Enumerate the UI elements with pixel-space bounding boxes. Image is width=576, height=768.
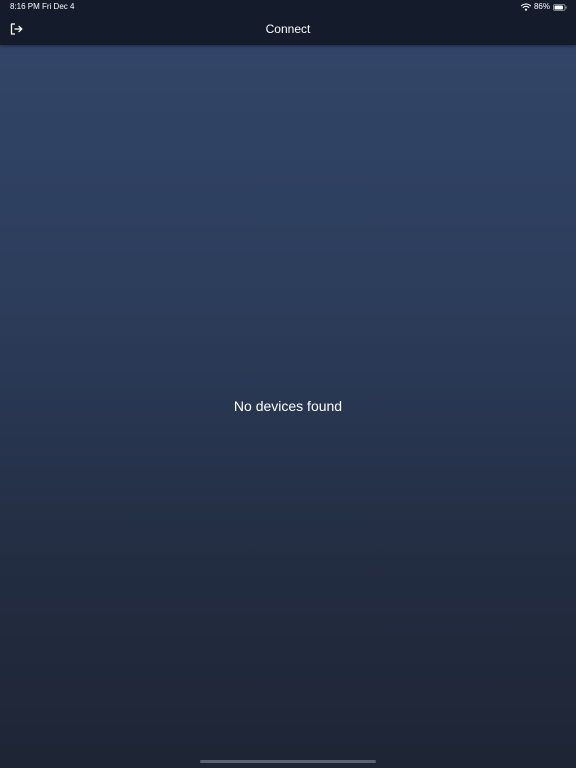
page-title: Connect (265, 22, 311, 36)
status-indicators: 86% (520, 2, 567, 12)
top-chrome: 8:16 PM Fri Dec 4 86% Connect (0, 0, 576, 45)
status-bar: 8:16 PM Fri Dec 4 86% (0, 0, 576, 14)
battery-percent: 86% (533, 2, 550, 11)
status-time: 8:16 PM (10, 2, 40, 11)
status-date: Fri Dec 4 (42, 2, 75, 11)
battery-icon (553, 3, 567, 11)
wifi-icon (520, 3, 531, 11)
home-indicator[interactable] (200, 760, 376, 763)
navigation-bar: Connect (0, 14, 576, 45)
connect-screen: 8:16 PM Fri Dec 4 86% Connect No devices… (0, 0, 576, 768)
empty-state-message: No devices found (233, 398, 343, 414)
